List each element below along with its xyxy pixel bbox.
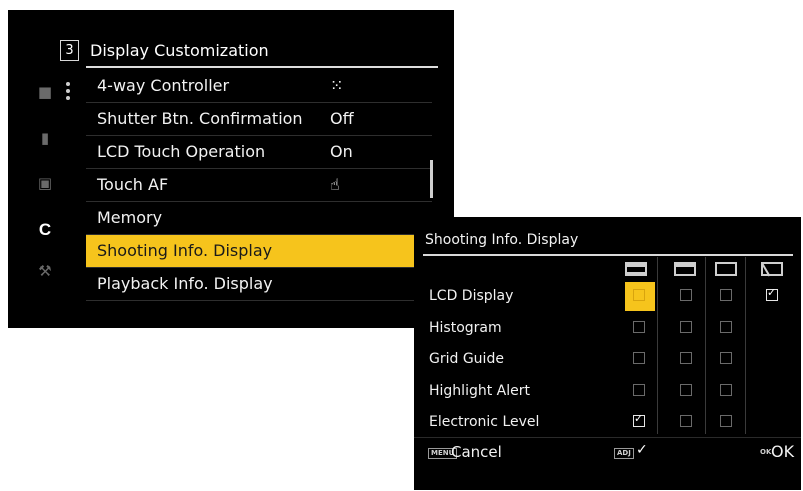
blank-display-icon: [714, 261, 740, 279]
four-way-pad-icon: ⁙: [330, 76, 344, 95]
checkbox[interactable]: [680, 321, 692, 333]
menu-item-label: Shooting Info. Display: [97, 241, 273, 260]
standard-display-icon: [624, 261, 650, 279]
checkbox[interactable]: [720, 384, 732, 396]
ok-button-tag: OK: [760, 448, 772, 456]
viewfinder-off-icon: [760, 261, 786, 279]
checkbox[interactable]: [633, 384, 645, 396]
playback-icon[interactable]: ▣: [34, 175, 56, 191]
page-indicator-dot: [66, 89, 70, 93]
menu-item-touch-af[interactable]: Touch AF ☝: [86, 169, 432, 202]
header-divider: [86, 66, 438, 68]
option-row-grid-guide: Grid Guide: [414, 345, 801, 374]
option-label: Histogram: [429, 320, 502, 336]
option-row-electronic-level: Electronic Level: [414, 408, 801, 437]
camera-icon[interactable]: ■: [34, 84, 56, 100]
menu-item-lcd-touch-operation[interactable]: LCD Touch Operation On: [86, 136, 432, 169]
checkbox[interactable]: [633, 289, 645, 301]
wrench-icon[interactable]: ⚒: [34, 263, 56, 279]
checkbox-checked[interactable]: [766, 286, 778, 301]
option-row-lcd-display: LCD Display: [414, 282, 801, 311]
checkbox[interactable]: [720, 352, 732, 364]
page-title: Display Customization: [90, 41, 269, 60]
page-number-badge: 3: [60, 40, 79, 61]
touch-af-icon: ☝: [330, 175, 340, 194]
option-label: LCD Display: [429, 288, 514, 304]
menu-list: 4-way Controller ⁙ Shutter Btn. Confirma…: [86, 70, 432, 301]
ok-button[interactable]: OK: [771, 442, 794, 461]
checkbox[interactable]: [720, 321, 732, 333]
check-icon[interactable]: ✓: [636, 442, 648, 458]
adj-button-tag: ADJ: [614, 448, 634, 459]
video-icon[interactable]: ▮: [34, 130, 56, 146]
menu-item-label: Playback Info. Display: [97, 274, 273, 293]
shooting-info-display-screen: Shooting Info. Display LCD Display Histo…: [414, 217, 801, 490]
menu-item-label: Shutter Btn. Confirmation: [97, 109, 303, 128]
page-indicator-dot: [66, 96, 70, 100]
option-label: Electronic Level: [429, 414, 540, 430]
checkbox[interactable]: [680, 384, 692, 396]
option-row-histogram: Histogram: [414, 314, 801, 343]
custom-icon[interactable]: C: [34, 221, 56, 238]
title-divider: [423, 254, 793, 256]
dialog-footer: MENU Cancel ADJ ✓ OK OK: [414, 439, 801, 467]
scrollbar[interactable]: [430, 160, 433, 198]
menu-item-shutter-confirmation[interactable]: Shutter Btn. Confirmation Off: [86, 103, 432, 136]
standard-display-2-icon: [673, 261, 699, 279]
option-label: Grid Guide: [429, 351, 504, 367]
checkbox-checked[interactable]: [633, 412, 645, 427]
checkbox[interactable]: [633, 352, 645, 364]
menu-item-shooting-info-display[interactable]: Shooting Info. Display: [86, 235, 432, 268]
option-label: Highlight Alert: [429, 383, 530, 399]
page-indicator-dot: [66, 82, 70, 86]
cancel-button[interactable]: Cancel: [451, 443, 502, 461]
menu-item-label: 4-way Controller: [97, 76, 230, 95]
dialog-title: Shooting Info. Display: [425, 232, 579, 248]
menu-item-label: LCD Touch Operation: [97, 142, 266, 161]
menu-item-value: Off: [330, 109, 354, 128]
checkbox[interactable]: [680, 415, 692, 427]
menu-item-label: Touch AF: [97, 175, 169, 194]
option-row-highlight-alert: Highlight Alert: [414, 377, 801, 406]
checkbox[interactable]: [680, 289, 692, 301]
menu-item-4-way-controller[interactable]: 4-way Controller ⁙: [86, 70, 432, 103]
menu-item-memory[interactable]: Memory: [86, 202, 432, 235]
checkbox[interactable]: [720, 415, 732, 427]
menu-item-value: On: [330, 142, 353, 161]
selected-cell[interactable]: [625, 282, 655, 311]
checkbox[interactable]: [720, 289, 732, 301]
menu-item-playback-info-display[interactable]: Playback Info. Display: [86, 268, 432, 301]
menu-item-label: Memory: [97, 208, 163, 227]
checkbox[interactable]: [633, 321, 645, 333]
menu-header: 3 Display Customization: [60, 38, 440, 66]
footer-divider: [414, 437, 801, 438]
checkbox[interactable]: [680, 352, 692, 364]
display-customization-screen: ■ ▮ ▣ C ⚒ 3 Display Customization 4-way …: [8, 10, 454, 328]
